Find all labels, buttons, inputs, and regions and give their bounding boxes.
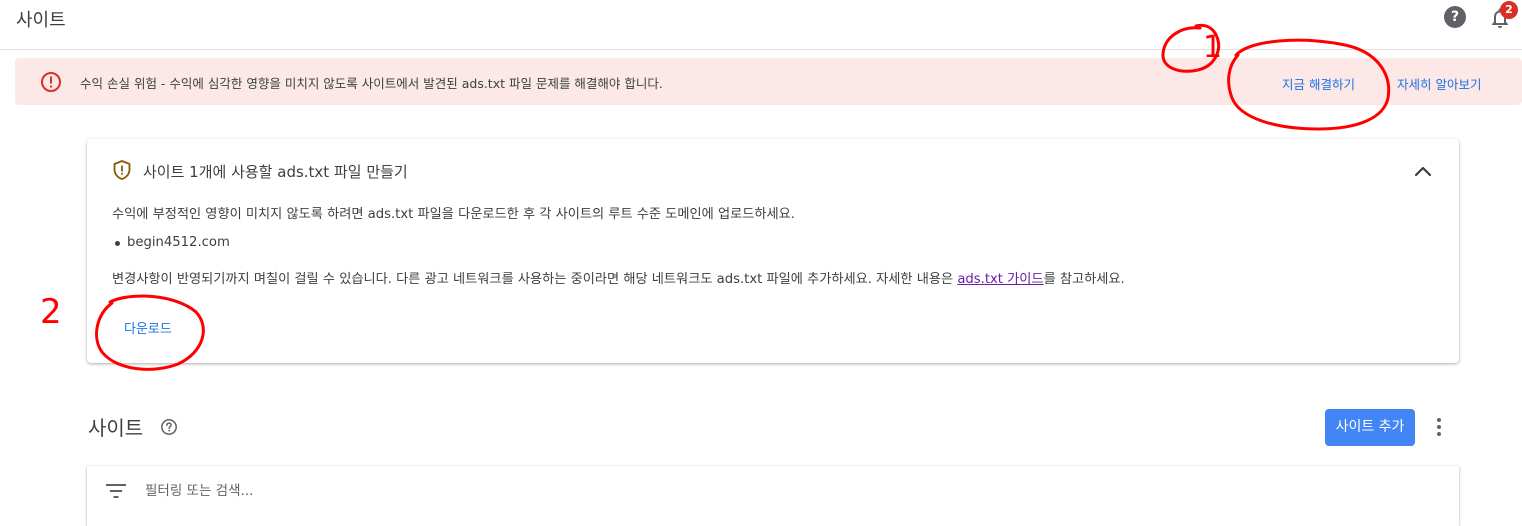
card-description: 수익에 부정적인 영향이 미치지 않도록 하려면 ads.txt 파일을 다운로…	[112, 207, 795, 222]
help-icon[interactable]: ?	[1444, 6, 1466, 28]
download-button[interactable]: 다운로드	[124, 318, 172, 337]
shield-warning-icon	[113, 160, 131, 180]
filter-search-input[interactable]	[145, 478, 545, 504]
alert-message: 수익 손실 위험 - 수익에 심각한 영향을 미치지 않도록 사이트에서 발견된…	[80, 76, 663, 91]
notification-count-badge: 2	[1500, 1, 1518, 19]
annotation-mark-2: 2	[40, 292, 62, 332]
fix-now-link[interactable]: 지금 해결하기	[1282, 74, 1355, 93]
note-text: 변경사항이 반영되기까지 며칠이 걸릴 수 있습니다. 다른 광고 네트워크를 …	[112, 272, 958, 287]
app-header: 사이트 ? 2	[0, 0, 1522, 50]
site-list-item: begin4512.com	[127, 235, 230, 250]
filter-icon[interactable]	[105, 482, 127, 500]
page-title: 사이트	[16, 10, 66, 31]
bullet-icon	[115, 241, 120, 246]
more-vert-icon[interactable]	[1428, 415, 1450, 439]
filter-bar	[87, 466, 1459, 526]
chevron-up-icon[interactable]	[1410, 159, 1436, 185]
card-note: 변경사항이 반영되기까지 며칠이 걸릴 수 있습니다. 다른 광고 네트워크를 …	[112, 268, 1125, 287]
sites-section-title: 사이트	[88, 416, 144, 440]
ads-txt-guide-link[interactable]: ads.txt 가이드	[957, 272, 1043, 287]
ads-txt-card: 사이트 1개에 사용할 ads.txt 파일 만들기 수익에 부정적인 영향이 …	[87, 139, 1459, 363]
add-site-button[interactable]: 사이트 추가	[1325, 409, 1415, 446]
error-icon	[41, 72, 61, 92]
learn-more-link[interactable]: 자세히 알아보기	[1397, 74, 1481, 93]
card-title: 사이트 1개에 사용할 ads.txt 파일 만들기	[143, 163, 408, 181]
note-text-end: 를 참고하세요.	[1043, 272, 1125, 287]
ads-txt-alert-banner: 수익 손실 위험 - 수익에 심각한 영향을 미치지 않도록 사이트에서 발견된…	[15, 58, 1522, 105]
help-outline-icon[interactable]	[160, 418, 178, 436]
